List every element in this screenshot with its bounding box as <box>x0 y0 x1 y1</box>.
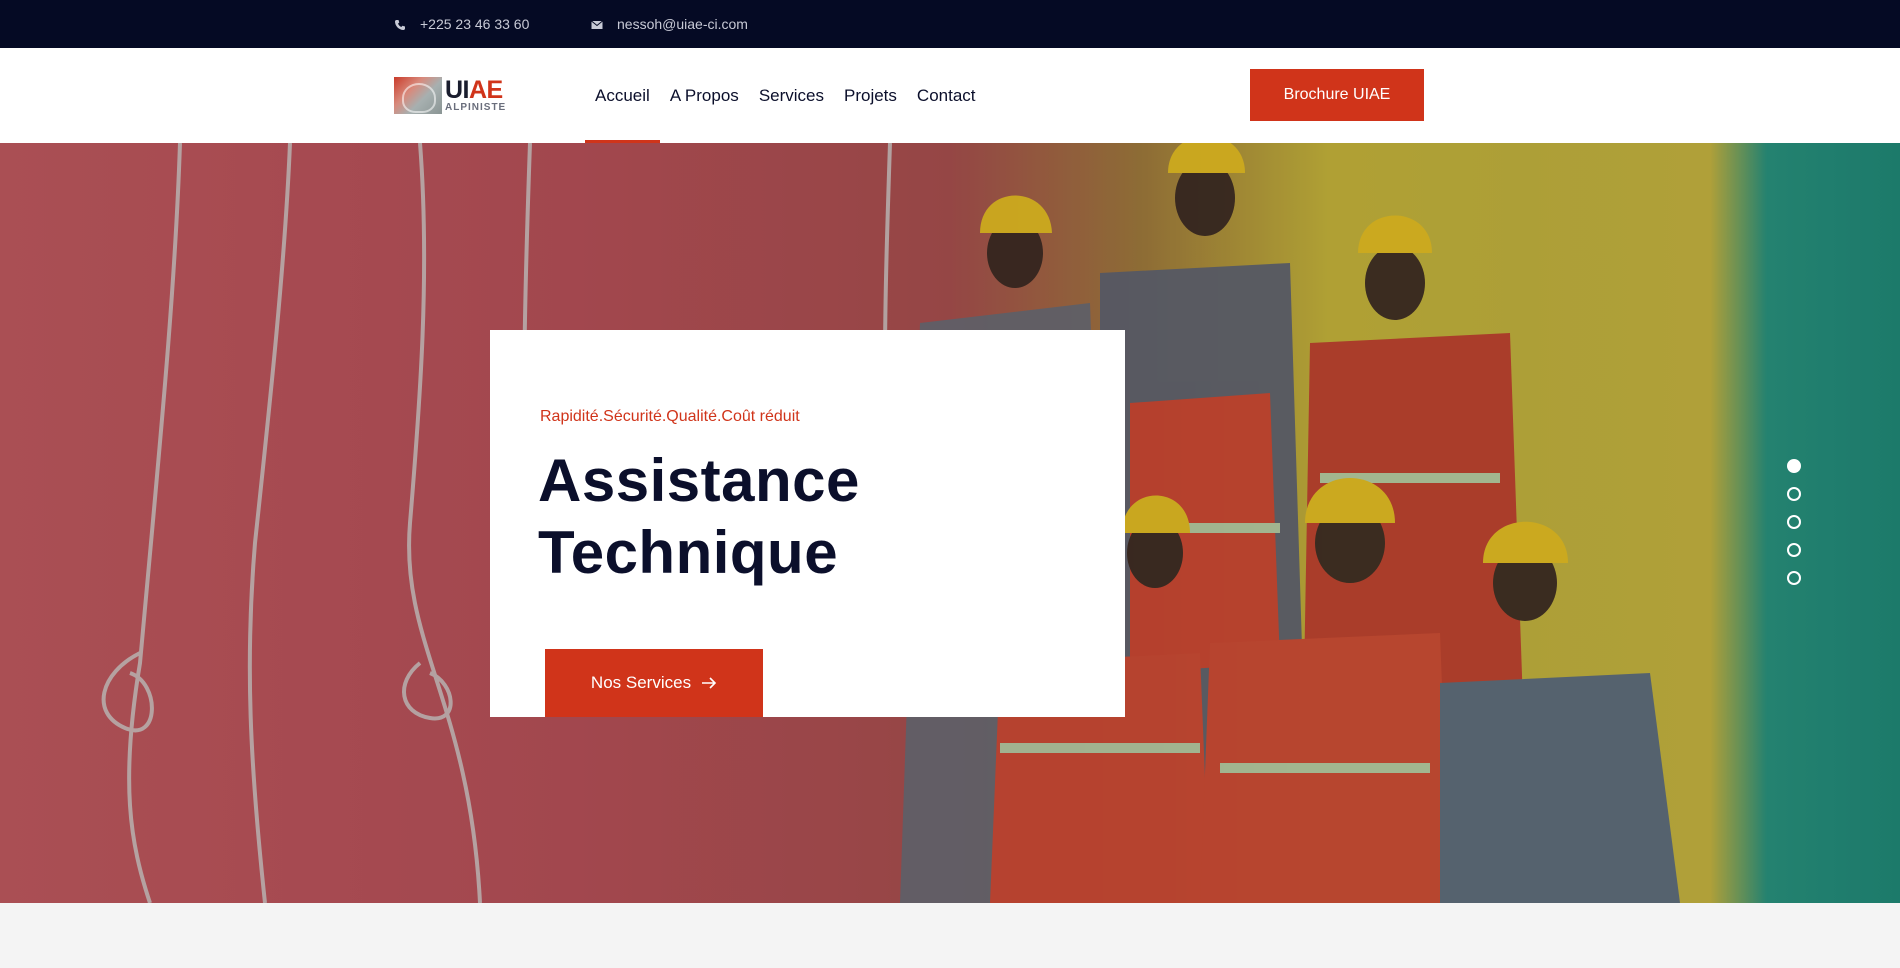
main-header: UIAE ALPINISTE Accueil A Propos Services… <box>0 48 1900 143</box>
nos-services-button[interactable]: Nos Services <box>545 649 763 717</box>
hero-title: Assistance Technique <box>538 447 860 586</box>
nav-item-projets[interactable]: Projets <box>834 48 907 143</box>
topbar-phone[interactable]: +225 23 46 33 60 <box>394 0 529 48</box>
hero-tagline: Rapidité.Sécurité.Qualité.Coût réduit <box>540 408 800 425</box>
slider-dot-5[interactable] <box>1787 571 1801 585</box>
slider-dot-1[interactable] <box>1787 459 1801 473</box>
logo-text: UIAE ALPINISTE <box>445 75 507 113</box>
logo-subtitle: ALPINISTE <box>445 101 507 113</box>
nav-item-contact[interactable]: Contact <box>907 48 986 143</box>
topbar: +225 23 46 33 60 nessoh@uiae-ci.com <box>0 0 1900 48</box>
logo-main: UIAE <box>445 75 503 104</box>
phone-number: +225 23 46 33 60 <box>420 16 530 32</box>
hero-slider: Rapidité.Sécurité.Qualité.Coût réduit As… <box>0 143 1900 903</box>
hero-card: Rapidité.Sécurité.Qualité.Coût réduit As… <box>490 330 1125 717</box>
phone-icon <box>394 18 406 30</box>
logo-image <box>394 76 442 114</box>
main-nav: Accueil A Propos Services Projets Contac… <box>585 48 986 143</box>
nav-item-a-propos[interactable]: A Propos <box>660 48 749 143</box>
envelope-icon <box>591 18 603 30</box>
slider-dot-4[interactable] <box>1787 543 1801 557</box>
nav-item-services[interactable]: Services <box>749 48 834 143</box>
brochure-button[interactable]: Brochure UIAE <box>1250 69 1424 121</box>
nos-services-label: Nos Services <box>590 673 692 692</box>
site-logo[interactable]: UIAE ALPINISTE <box>394 76 506 114</box>
slider-dot-2[interactable] <box>1787 487 1801 501</box>
topbar-email[interactable]: nessoh@uiae-ci.com <box>591 0 748 48</box>
email-address: nessoh@uiae-ci.com <box>617 16 748 32</box>
arrow-right-icon <box>701 673 717 694</box>
slider-pagination <box>1787 459 1803 599</box>
slider-dot-3[interactable] <box>1787 515 1801 529</box>
nav-item-accueil[interactable]: Accueil <box>585 48 660 143</box>
next-section <box>0 903 1900 968</box>
